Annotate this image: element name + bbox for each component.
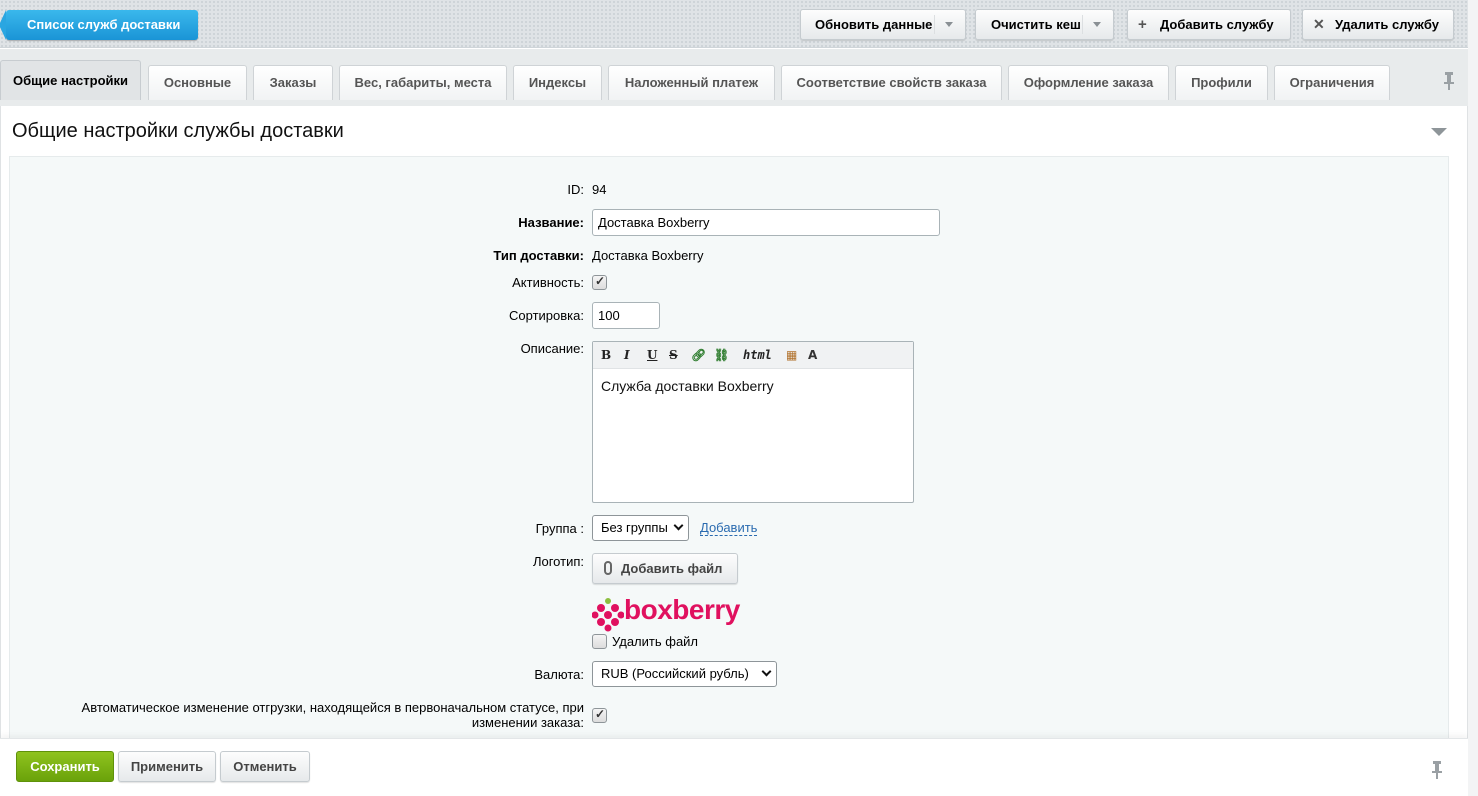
pin-icon[interactable]: [1444, 72, 1454, 90]
id-value: 94: [592, 182, 607, 197]
cancel-button[interactable]: Отменить: [220, 751, 310, 782]
delivery-services-list-button[interactable]: Список служб доставки: [0, 10, 198, 40]
strikethrough-icon[interactable]: S: [669, 348, 678, 362]
pin-icon[interactable]: [1432, 761, 1442, 779]
delete-file-label: Удалить файл: [612, 634, 699, 649]
add-service-label: Добавить службу: [1160, 17, 1274, 32]
delete-service-label: Удалить службу: [1335, 17, 1439, 32]
underline-icon[interactable]: U: [647, 348, 657, 362]
tab-weight-dimensions[interactable]: Вес, габариты, места: [339, 65, 507, 100]
boxberry-logo: boxberry: [592, 594, 744, 632]
chevron-down-icon: [673, 520, 684, 531]
delete-service-button[interactable]: ✕ Удалить службу: [1302, 9, 1454, 40]
close-icon: ✕: [1313, 16, 1325, 32]
active-checkbox[interactable]: [592, 274, 607, 290]
collapse-icon[interactable]: [1431, 128, 1447, 136]
tab-cash-on-delivery[interactable]: Наложенный платеж: [608, 65, 775, 100]
refresh-data-label: Обновить данные: [815, 17, 933, 32]
tab-main[interactable]: Основные: [148, 65, 247, 100]
name-label: Название:: [518, 215, 584, 230]
apply-button[interactable]: Применить: [118, 751, 216, 782]
paste-icon[interactable]: ▦: [786, 348, 797, 362]
description-label: Описание:: [520, 341, 584, 356]
divider: [1082, 15, 1083, 34]
sort-field[interactable]: 100: [592, 302, 660, 329]
auto-change-label-line2: изменении заказа:: [471, 715, 584, 730]
chevron-down-icon: [761, 666, 772, 677]
italic-icon[interactable]: I: [624, 348, 630, 362]
clear-cache-label: Очистить кеш: [991, 17, 1081, 32]
auto-change-label: Автоматическое изменение отгрузки, наход…: [82, 700, 584, 730]
paperclip-icon: [604, 561, 612, 575]
logo-label: Логотип:: [532, 554, 584, 569]
html-mode-button[interactable]: html: [743, 348, 772, 362]
delivery-type-label: Тип доставки:: [493, 248, 584, 263]
refresh-data-button[interactable]: Обновить данные: [800, 9, 966, 40]
chevron-down-icon[interactable]: [1093, 22, 1101, 27]
add-file-label: Добавить файл: [621, 561, 723, 576]
link-icon[interactable]: 🔗︎: [691, 348, 706, 362]
auto-change-label-line1: Автоматическое изменение отгрузки, наход…: [81, 700, 584, 715]
description-editor[interactable]: B I U S 🔗︎ ⛓︎ html ▦ A Служба доставки B…: [592, 341, 914, 503]
add-file-button[interactable]: Добавить файл: [592, 553, 738, 584]
text-color-icon[interactable]: A: [808, 348, 817, 362]
chevron-down-icon[interactable]: [945, 22, 953, 27]
divider: [934, 15, 935, 34]
save-button[interactable]: Сохранить: [16, 751, 114, 782]
top-toolbar: Список служб доставки Обновить данные Оч…: [0, 0, 1468, 48]
currency-label: Валюта:: [534, 667, 584, 682]
tab-restrictions[interactable]: Ограничения: [1274, 65, 1390, 100]
tab-order-checkout[interactable]: Оформление заказа: [1008, 65, 1169, 100]
logo-wordmark: boxberry: [624, 594, 740, 625]
tab-indexes[interactable]: Индексы: [513, 65, 602, 100]
tab-orders[interactable]: Заказы: [253, 65, 333, 100]
unlink-icon[interactable]: ⛓︎: [714, 348, 729, 362]
tab-order-properties[interactable]: Соответствие свойств заказа: [781, 65, 1002, 100]
active-label: Активность:: [512, 275, 584, 290]
group-add-link[interactable]: Добавить: [700, 521, 758, 536]
bold-icon[interactable]: B: [601, 348, 611, 362]
tab-profiles[interactable]: Профили: [1175, 65, 1268, 100]
plus-icon: +: [1138, 16, 1147, 33]
group-select[interactable]: Без группы: [592, 515, 689, 541]
delete-file-checkbox[interactable]: [592, 634, 607, 649]
currency-select-value: RUB (Российский рубль): [601, 666, 749, 681]
clear-cache-button[interactable]: Очистить кеш: [975, 9, 1114, 40]
id-label: ID:: [567, 182, 584, 197]
tabs-bar: Общие настройки Основные Заказы Вес, габ…: [0, 49, 1468, 106]
scrollbar[interactable]: [1468, 0, 1478, 796]
description-text[interactable]: Служба доставки Boxberry: [601, 378, 774, 394]
delivery-type-value: Доставка Boxberry: [592, 248, 704, 263]
currency-select[interactable]: RUB (Российский рубль): [592, 661, 777, 687]
group-select-value: Без группы: [601, 520, 668, 535]
auto-change-checkbox[interactable]: [592, 707, 607, 723]
add-service-button[interactable]: + Добавить службу: [1127, 9, 1291, 40]
footer-bar: Сохранить Применить Отменить: [0, 738, 1468, 796]
sort-label: Сортировка:: [509, 308, 584, 323]
berry-icon: [592, 598, 624, 632]
editor-toolbar: B I U S 🔗︎ ⛓︎ html ▦ A: [593, 342, 913, 369]
section-title: Общие настройки службы доставки: [12, 120, 344, 142]
group-label: Группа :: [535, 521, 584, 536]
name-field[interactable]: Доставка Boxberry: [592, 209, 940, 236]
tab-general-settings[interactable]: Общие настройки: [0, 60, 141, 100]
